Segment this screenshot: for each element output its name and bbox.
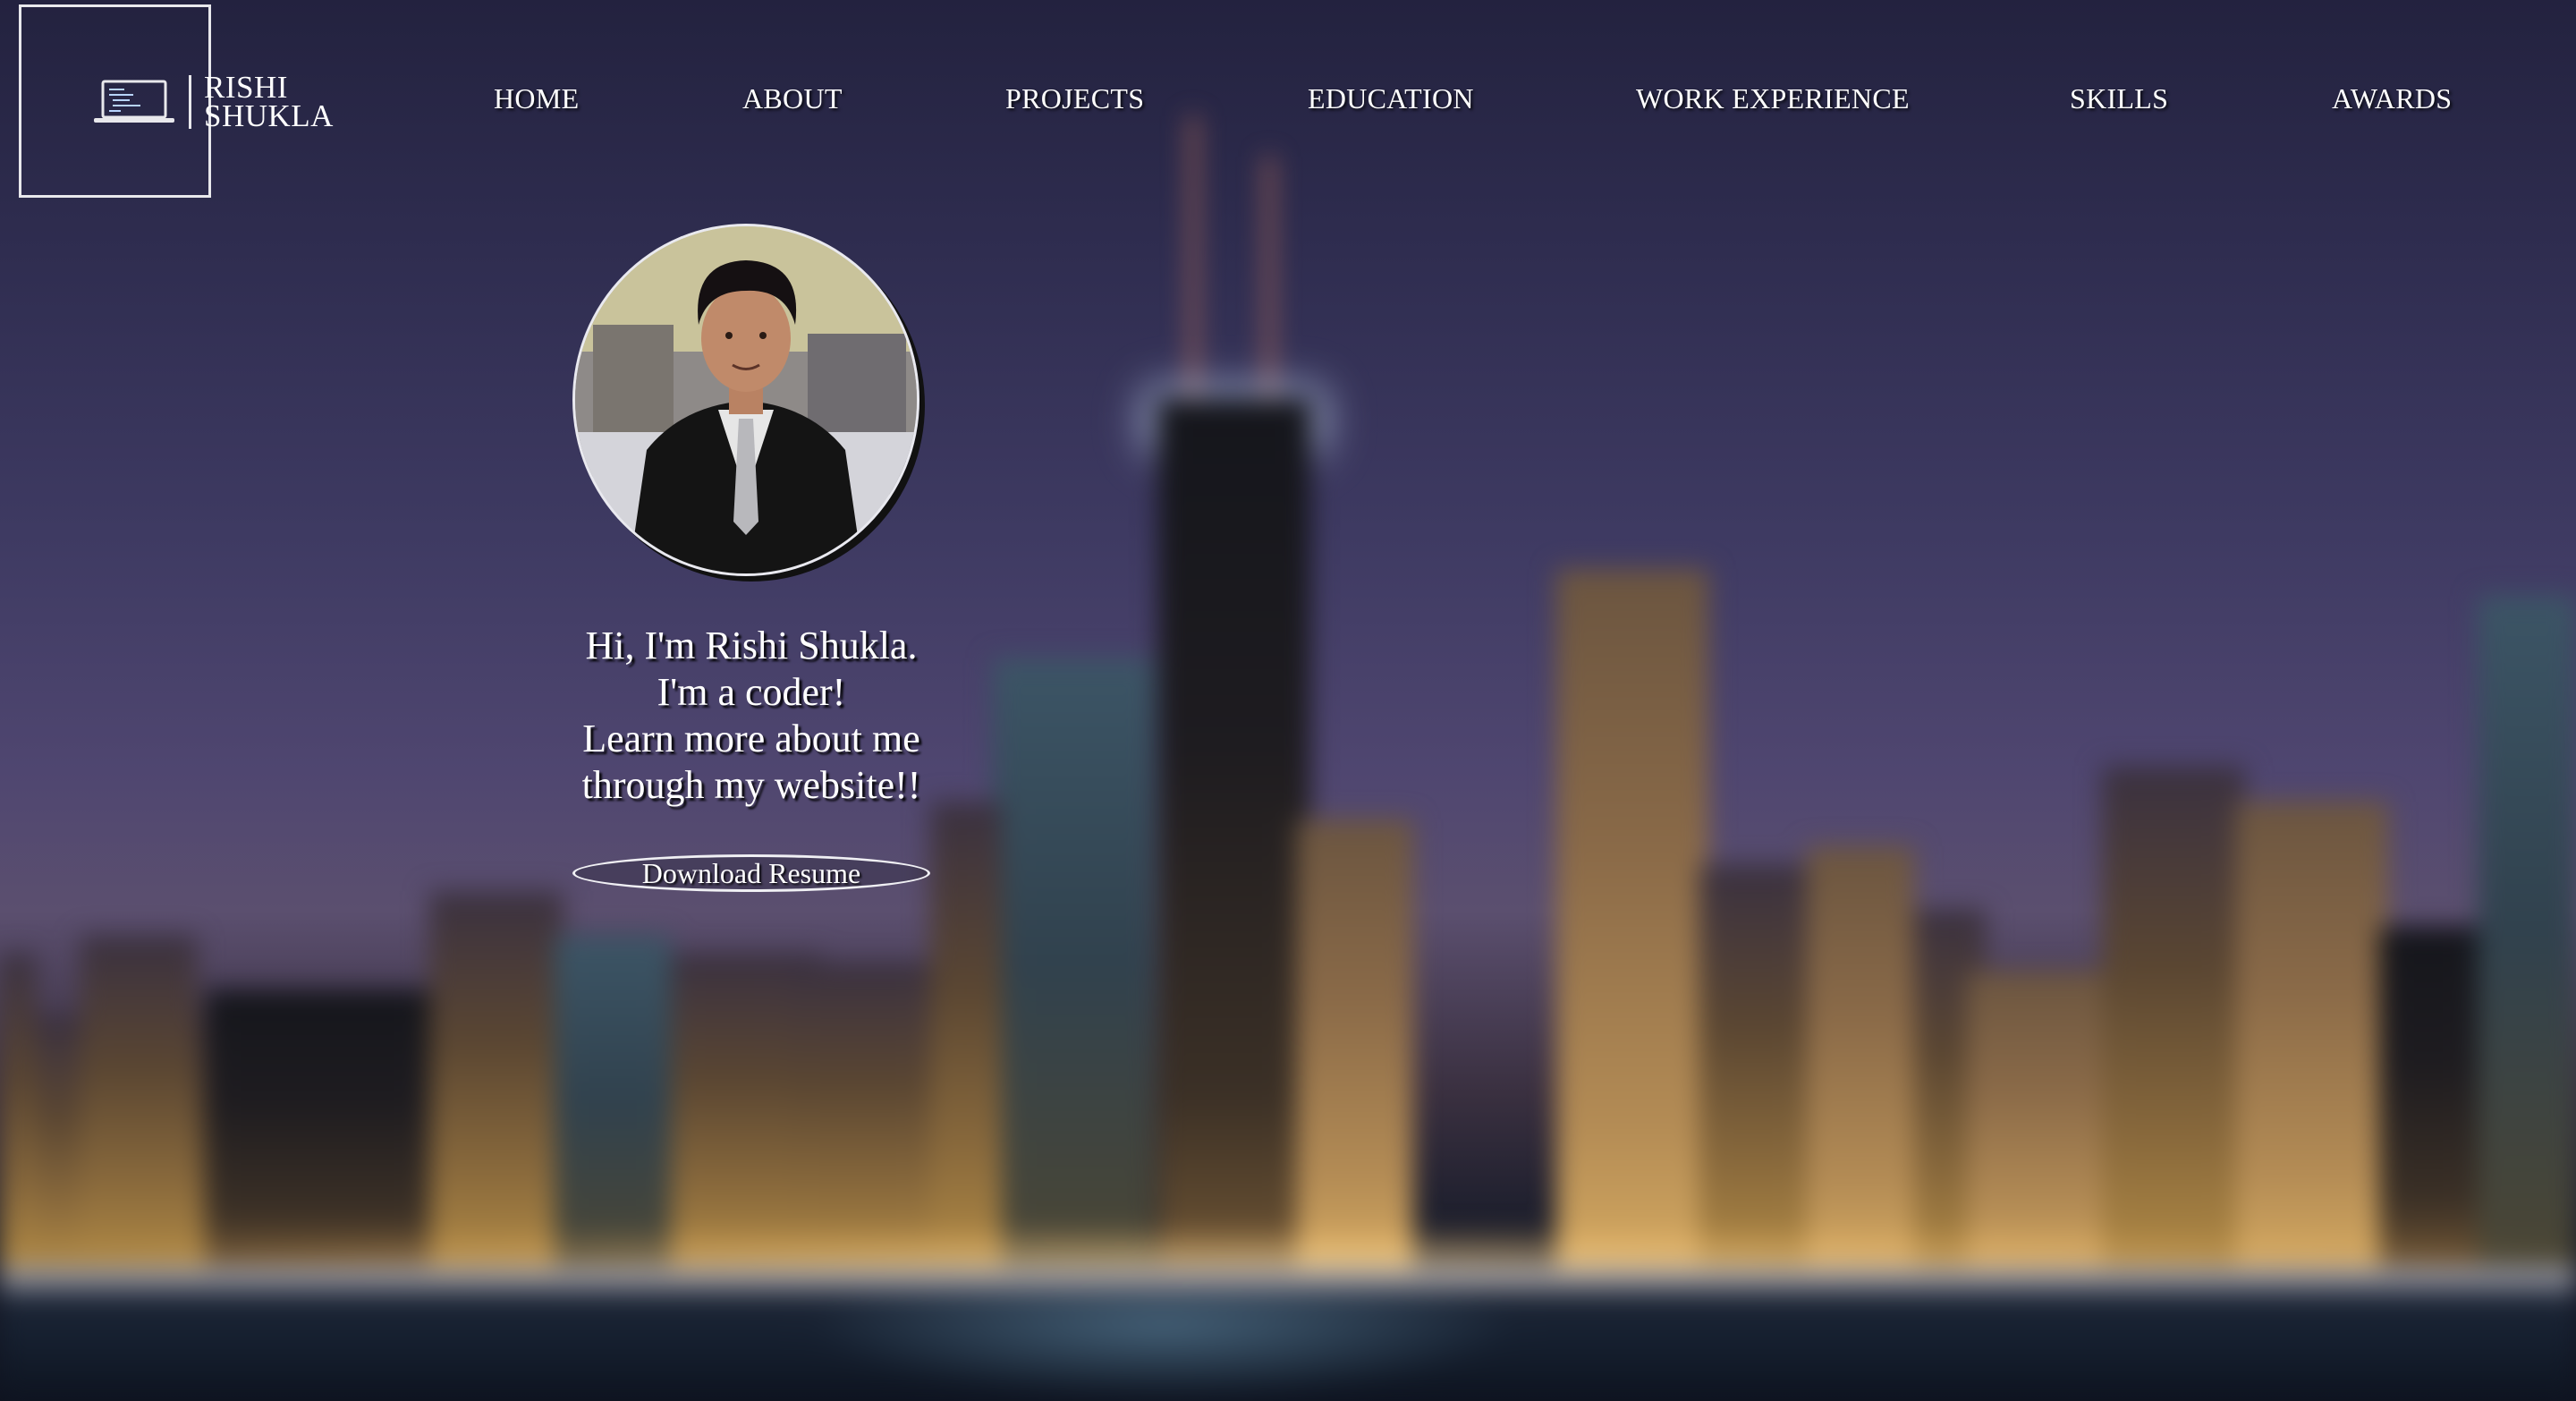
building bbox=[2236, 802, 2388, 1267]
building bbox=[80, 936, 197, 1267]
intro-line: I'm a coder! bbox=[657, 670, 846, 714]
nav-work-experience[interactable]: WORK EXPERIENCE bbox=[1636, 82, 1910, 115]
page: RISHI SHUKLA HOME ABOUT PROJECTS EDUCATI… bbox=[0, 0, 2576, 1401]
antenna-right bbox=[1266, 157, 1273, 412]
building bbox=[2379, 927, 2487, 1267]
background-skyline bbox=[0, 0, 2576, 1401]
building bbox=[555, 936, 671, 1267]
building bbox=[2478, 596, 2576, 1267]
building bbox=[1556, 569, 1708, 1267]
building bbox=[0, 954, 36, 1267]
building bbox=[1297, 819, 1413, 1267]
building bbox=[930, 802, 1002, 1267]
building bbox=[206, 989, 429, 1267]
laptop-code-icon bbox=[94, 80, 174, 123]
intro-text: Hi, I'm Rishi Shukla. I'm a coder! Learn… bbox=[501, 623, 1002, 809]
water-reflection bbox=[805, 1294, 1521, 1401]
nav-awards[interactable]: AWARDS bbox=[2332, 82, 2452, 115]
nav-home[interactable]: HOME bbox=[494, 82, 579, 115]
building bbox=[993, 658, 1154, 1267]
building bbox=[1968, 972, 2120, 1267]
logo-last-name: SHUKLA bbox=[204, 98, 334, 133]
nav-about[interactable]: ABOUT bbox=[742, 82, 843, 115]
intro-line: through my website!! bbox=[581, 763, 921, 807]
download-resume-button[interactable]: Download Resume bbox=[572, 854, 930, 892]
building bbox=[1699, 864, 1807, 1267]
intro-line: Learn more about me bbox=[582, 717, 920, 760]
tower-main bbox=[1158, 399, 1310, 1267]
nav-projects[interactable]: PROJECTS bbox=[1005, 82, 1144, 115]
logo-divider bbox=[189, 75, 191, 129]
profile-photo bbox=[572, 224, 919, 576]
nav-education[interactable]: EDUCATION bbox=[1308, 82, 1474, 115]
person-illustration bbox=[575, 226, 917, 573]
nav-skills[interactable]: SKILLS bbox=[2070, 82, 2168, 115]
intro-line: Hi, I'm Rishi Shukla. bbox=[585, 624, 918, 667]
building bbox=[1807, 846, 1914, 1267]
logo-name[interactable]: RISHI SHUKLA bbox=[204, 72, 334, 133]
building bbox=[787, 963, 930, 1267]
building bbox=[429, 891, 564, 1267]
antenna-left bbox=[1190, 116, 1197, 412]
building bbox=[2102, 766, 2245, 1267]
